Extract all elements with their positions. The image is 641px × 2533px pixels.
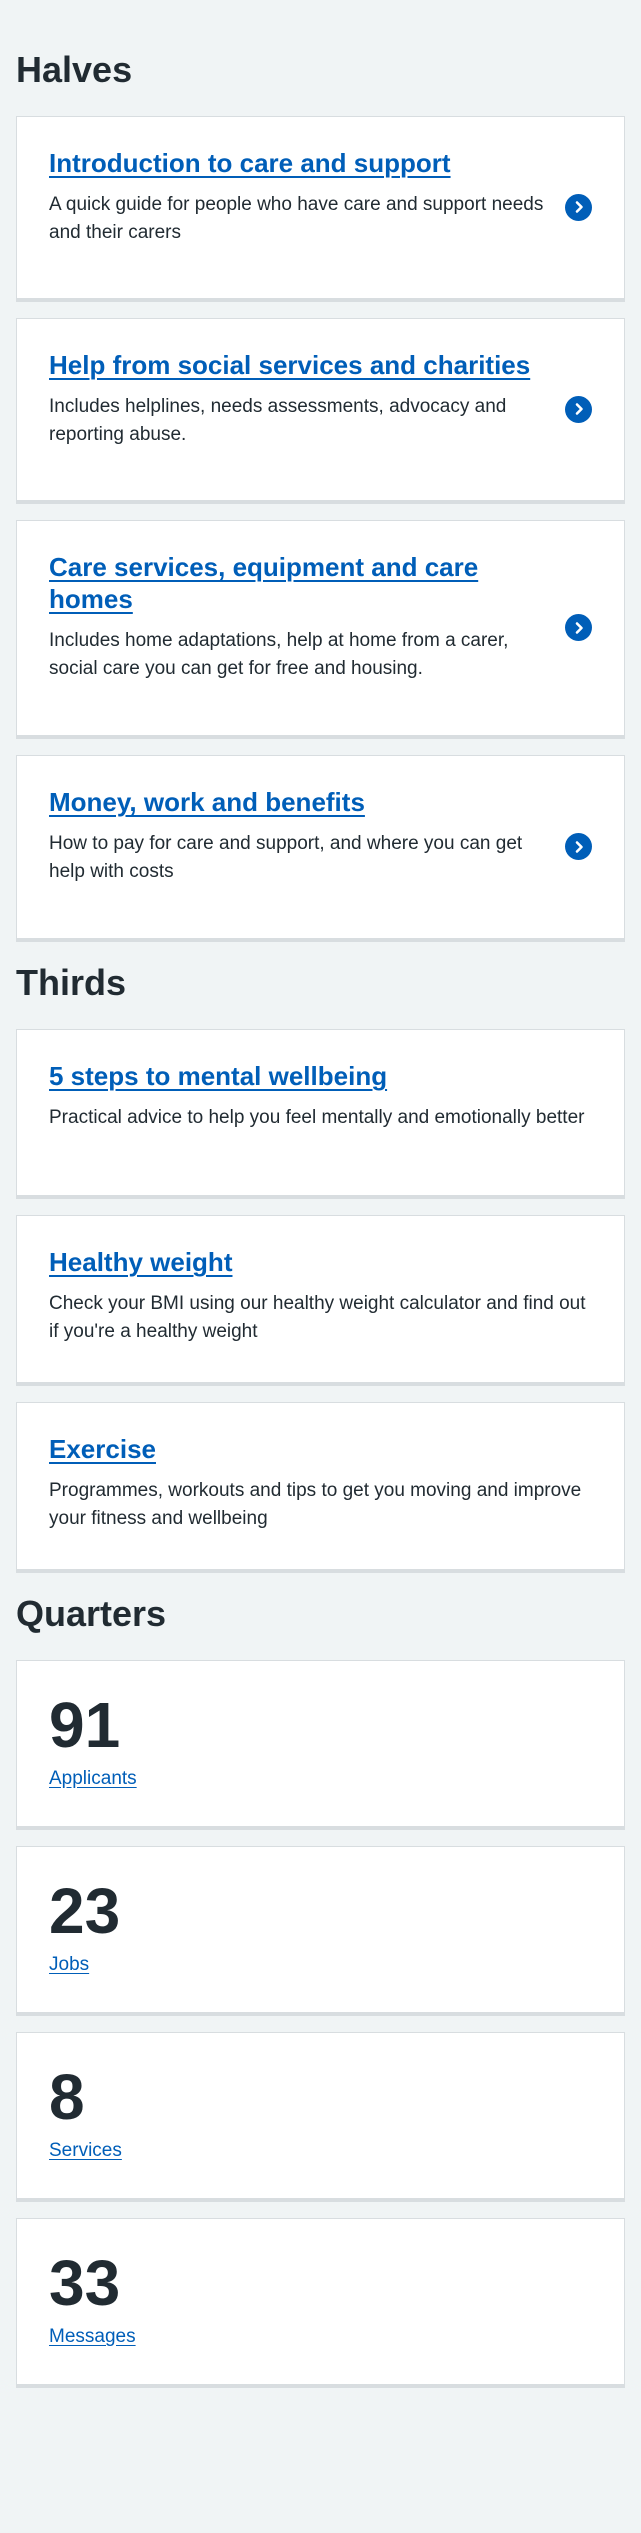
card-title-link[interactable]: Money, work and benefits (49, 786, 544, 818)
stat-link[interactable]: Services (49, 2137, 122, 2165)
chevron-right-icon[interactable] (565, 395, 592, 423)
card-exercise: Exercise Programmes, workouts and tips t… (16, 1402, 625, 1573)
card-description: Practical advice to help you feel mental… (49, 1107, 585, 1128)
card-description: Check your BMI using our healthy weight … (49, 1293, 586, 1342)
card-title-link[interactable]: Healthy weight (49, 1246, 592, 1278)
stat-number: 8 (49, 2061, 85, 2133)
card-title-link[interactable]: Introduction to care and support (49, 147, 544, 179)
stat-link[interactable]: Jobs (49, 1951, 89, 1979)
card-description: Includes helplines, needs assessments, a… (49, 396, 507, 445)
stat-card-applicants: 91 Applicants (16, 1660, 625, 1830)
section-heading-quarters: Quarters (16, 1593, 167, 1634)
card-title-link[interactable]: 5 steps to mental wellbeing (49, 1060, 592, 1092)
page: Halves Introduction to care and support … (16, 0, 625, 2533)
stat-number: 23 (49, 1875, 121, 1947)
card-description: How to pay for care and support, and whe… (49, 833, 523, 882)
stat-link[interactable]: Applicants (49, 1765, 137, 1793)
section-heading-thirds: Thirds (16, 962, 127, 1003)
card-mental-wellbeing: 5 steps to mental wellbeing Practical ad… (16, 1029, 625, 1199)
card-title-link[interactable]: Care services, equipment and care homes (49, 551, 544, 615)
stat-card-jobs: 23 Jobs (16, 1846, 625, 2016)
stat-number: 33 (49, 2247, 121, 2319)
card-money-work-benefits[interactable]: Money, work and benefits How to pay for … (16, 755, 625, 942)
card-introduction-to-care[interactable]: Introduction to care and support A quick… (16, 116, 625, 302)
card-title-link[interactable]: Exercise (49, 1433, 592, 1465)
card-care-services-equipment[interactable]: Care services, equipment and care homes … (16, 520, 625, 739)
card-title-link[interactable]: Help from social services and charities (49, 349, 544, 381)
card-description: Includes home adaptations, help at home … (49, 630, 509, 679)
card-description: A quick guide for people who have care a… (49, 194, 544, 243)
section-heading-halves: Halves (16, 49, 133, 90)
card-healthy-weight: Healthy weight Check your BMI using our … (16, 1215, 625, 1386)
stat-number: 91 (49, 1689, 121, 1761)
card-help-from-social-services[interactable]: Help from social services and charities … (16, 318, 625, 504)
stat-card-services: 8 Services (16, 2032, 625, 2202)
card-description: Programmes, workouts and tips to get you… (49, 1480, 582, 1529)
chevron-right-icon[interactable] (565, 614, 592, 641)
stat-link[interactable]: Messages (49, 2323, 136, 2351)
chevron-right-icon[interactable] (565, 833, 592, 860)
stat-card-messages: 33 Messages (16, 2218, 625, 2388)
chevron-right-icon[interactable] (565, 193, 592, 221)
